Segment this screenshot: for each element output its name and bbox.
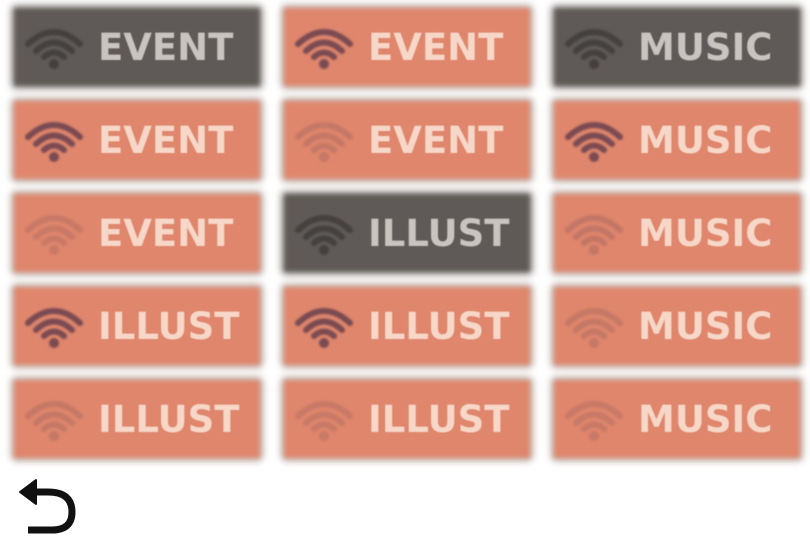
tile-content: EVENT <box>278 4 536 90</box>
tile-content: ILLUST <box>8 376 266 462</box>
tile-label: EVENT <box>98 211 234 255</box>
wifi-icon <box>565 215 623 255</box>
wifi-icon <box>295 122 353 162</box>
tile-label: MUSIC <box>638 118 773 162</box>
wifi-icon <box>565 122 623 162</box>
tile-label: MUSIC <box>638 25 773 69</box>
tile-content: MUSIC <box>548 190 806 276</box>
channel-tile-illust[interactable]: ILLUST <box>8 376 266 462</box>
tile-label: EVENT <box>98 118 234 162</box>
wifi-icon <box>25 215 83 255</box>
channel-tile-event[interactable]: EVENT <box>8 190 266 276</box>
channel-tile-music[interactable]: MUSIC <box>548 97 806 183</box>
tile-content: ILLUST <box>278 283 536 369</box>
tile-content: ILLUST <box>278 190 536 276</box>
tile-label: MUSIC <box>638 397 773 441</box>
channel-grid: EVENT EVENT MUSIC EVENT EVENT MUSIC EVENT ILLUS… <box>0 0 810 462</box>
wifi-icon <box>295 215 353 255</box>
tile-content: EVENT <box>8 190 266 276</box>
wifi-icon <box>25 29 83 69</box>
wifi-icon <box>25 122 83 162</box>
tile-label: MUSIC <box>638 304 773 348</box>
tile-content: MUSIC <box>548 376 806 462</box>
back-button[interactable] <box>14 478 80 538</box>
tile-label: EVENT <box>368 118 504 162</box>
tile-content: MUSIC <box>548 97 806 183</box>
tile-label: ILLUST <box>98 304 240 348</box>
tile-label: EVENT <box>368 25 504 69</box>
tile-label: ILLUST <box>98 397 240 441</box>
tile-content: EVENT <box>8 97 266 183</box>
wifi-icon <box>25 308 83 348</box>
tile-label: MUSIC <box>638 211 773 255</box>
channel-tile-illust[interactable]: ILLUST <box>278 283 536 369</box>
channel-tile-event[interactable]: EVENT <box>278 97 536 183</box>
tile-label: EVENT <box>98 25 234 69</box>
tile-content: ILLUST <box>8 283 266 369</box>
channel-tile-music[interactable]: MUSIC <box>548 190 806 276</box>
tile-label: ILLUST <box>368 397 510 441</box>
tile-label: ILLUST <box>368 211 510 255</box>
wifi-icon <box>295 29 353 69</box>
channel-tile-illust[interactable]: ILLUST <box>8 283 266 369</box>
tile-content: MUSIC <box>548 4 806 90</box>
wifi-icon <box>295 401 353 441</box>
wifi-icon <box>565 401 623 441</box>
wifi-icon <box>565 29 623 69</box>
channel-tile-music[interactable]: MUSIC <box>548 4 806 90</box>
channel-tile-event[interactable]: EVENT <box>278 4 536 90</box>
wifi-icon <box>25 401 83 441</box>
wifi-icon <box>565 308 623 348</box>
tile-label: ILLUST <box>368 304 510 348</box>
channel-tile-illust[interactable]: ILLUST <box>278 376 536 462</box>
channel-tile-music[interactable]: MUSIC <box>548 376 806 462</box>
channel-tile-illust[interactable]: ILLUST <box>278 190 536 276</box>
channel-tile-event[interactable]: EVENT <box>8 97 266 183</box>
tile-content: EVENT <box>8 4 266 90</box>
channel-tile-music[interactable]: MUSIC <box>548 283 806 369</box>
tile-content: EVENT <box>278 97 536 183</box>
wifi-icon <box>295 308 353 348</box>
channel-tile-event[interactable]: EVENT <box>8 4 266 90</box>
tile-content: MUSIC <box>548 283 806 369</box>
tile-content: ILLUST <box>278 376 536 462</box>
back-arrow-icon <box>19 479 76 534</box>
